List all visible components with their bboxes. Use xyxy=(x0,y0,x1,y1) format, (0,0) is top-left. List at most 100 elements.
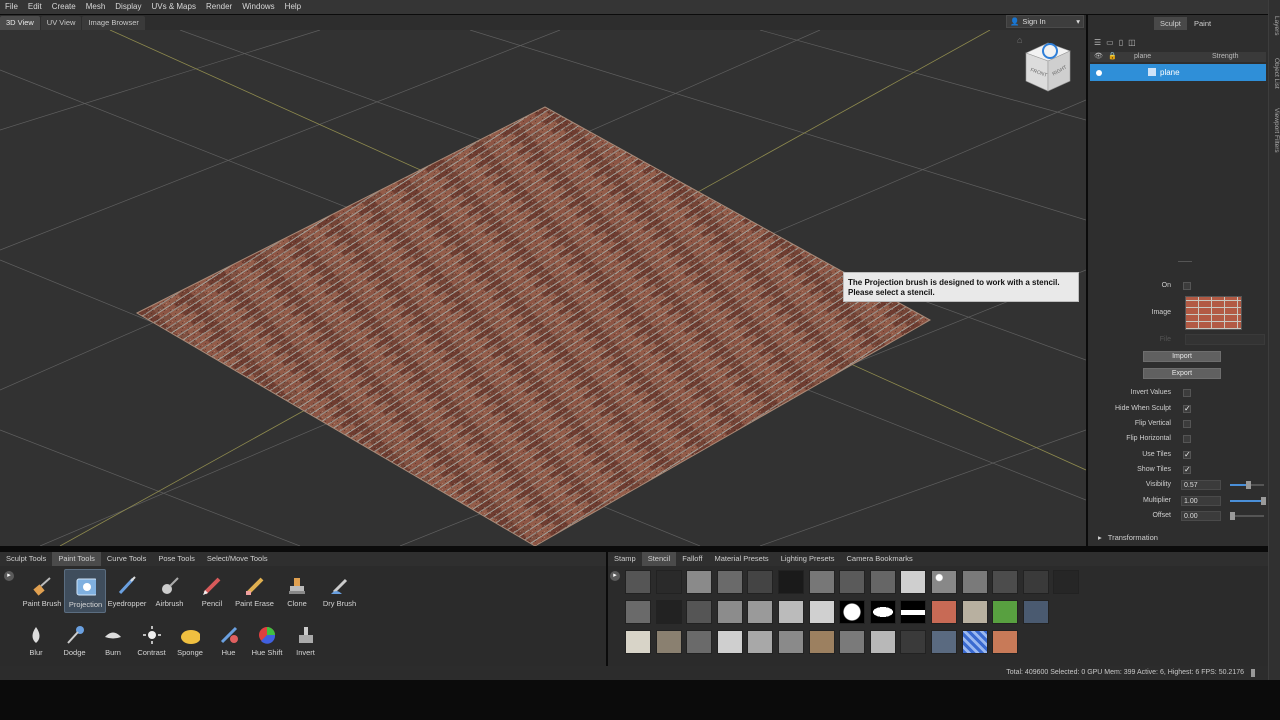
stencil-thumbnail[interactable] xyxy=(961,570,988,594)
layer-row[interactable]: plane xyxy=(1090,64,1266,81)
menu-item-file[interactable]: File xyxy=(0,0,23,14)
sign-in-dropdown[interactable]: 👤 Sign In ▾ xyxy=(1006,15,1084,28)
stencil-thumbnail[interactable] xyxy=(992,630,1019,654)
tab-3d-view[interactable]: 3D View xyxy=(0,16,40,30)
stencil-thumbnail[interactable] xyxy=(716,630,743,654)
layers-icon[interactable]: ☰ xyxy=(1094,38,1101,47)
use-tiles-checkbox[interactable]: ✓ xyxy=(1183,451,1191,459)
stencil-thumbnail[interactable] xyxy=(808,630,835,654)
navigation-cube[interactable]: FRONT RIGHT xyxy=(1022,37,1076,95)
on-checkbox[interactable] xyxy=(1183,282,1191,290)
stencil-thumbnail[interactable] xyxy=(900,570,927,594)
tab-stamp[interactable]: Stamp xyxy=(608,552,642,566)
stencil-thumbnail[interactable] xyxy=(686,570,713,594)
stencil-thumbnail[interactable] xyxy=(869,630,896,654)
splitter-handle[interactable] xyxy=(1178,261,1192,262)
tab-lighting-presets[interactable]: Lighting Presets xyxy=(775,552,841,566)
menu-item-display[interactable]: Display xyxy=(110,0,146,14)
multiplier-field[interactable]: 1.00 xyxy=(1181,496,1221,506)
stencil-thumbnail[interactable] xyxy=(961,630,988,654)
side-tab-layers[interactable]: Layers xyxy=(1270,16,1280,36)
folder-icon[interactable]: ▭ xyxy=(1106,38,1114,47)
stencil-thumbnail[interactable] xyxy=(655,570,682,594)
tab-sculpt[interactable]: Sculpt xyxy=(1154,17,1187,30)
stencil-thumbnail[interactable] xyxy=(839,600,866,624)
stencil-thumbnail[interactable] xyxy=(747,600,774,624)
tab-material-presets[interactable]: Material Presets xyxy=(709,552,775,566)
tab-paint-tools[interactable]: Paint Tools xyxy=(52,552,101,566)
stencil-thumbnail[interactable] xyxy=(839,630,866,654)
menu-item-help[interactable]: Help xyxy=(280,0,306,14)
tab-pose-tools[interactable]: Pose Tools xyxy=(152,552,201,566)
invert-values-checkbox[interactable] xyxy=(1183,389,1191,397)
visibility-field[interactable]: 0.57 xyxy=(1181,480,1221,490)
menu-item-render[interactable]: Render xyxy=(201,0,237,14)
tool-dry-brush[interactable]: Dry Brush xyxy=(319,569,361,613)
stencil-thumbnail[interactable] xyxy=(747,570,774,594)
stencil-thumbnail[interactable] xyxy=(778,570,804,594)
merge-icon[interactable]: ◫ xyxy=(1128,38,1136,47)
import-button[interactable]: Import xyxy=(1143,351,1221,362)
tab-falloff[interactable]: Falloff xyxy=(676,552,708,566)
stencil-thumbnail[interactable] xyxy=(778,630,804,654)
export-button[interactable]: Export xyxy=(1143,368,1221,379)
stencil-thumbnail[interactable] xyxy=(931,600,957,624)
show-tiles-checkbox[interactable]: ✓ xyxy=(1183,466,1191,474)
tab-camera-bookmarks[interactable]: Camera Bookmarks xyxy=(840,552,918,566)
tab-sculpt-tools[interactable]: Sculpt Tools xyxy=(0,552,52,566)
stencil-thumbnail[interactable] xyxy=(808,600,835,624)
stencil-thumbnail[interactable] xyxy=(900,600,927,624)
tools-collapse-button[interactable]: ▸ xyxy=(4,571,14,581)
menu-item-mesh[interactable]: Mesh xyxy=(81,0,111,14)
tab-curve-tools[interactable]: Curve Tools xyxy=(101,552,152,566)
tab-paint[interactable]: Paint xyxy=(1188,17,1217,30)
stencil-thumbnail[interactable] xyxy=(808,570,835,594)
stencil-thumbnail[interactable] xyxy=(625,630,651,654)
stencil-thumbnail[interactable] xyxy=(869,570,896,594)
hide-when-sculpt-checkbox[interactable]: ✓ xyxy=(1183,405,1191,413)
delete-icon[interactable]: ▯ xyxy=(1119,38,1123,47)
tab-select-move-tools[interactable]: Select/Move Tools xyxy=(201,552,274,566)
side-tab-object-list[interactable]: Object List xyxy=(1270,58,1280,89)
menu-item-uvs-maps[interactable]: UVs & Maps xyxy=(147,0,201,14)
stencil-thumbnail[interactable] xyxy=(992,570,1019,594)
stencil-thumbnail[interactable] xyxy=(931,570,957,594)
tab-image-browser[interactable]: Image Browser xyxy=(82,16,145,30)
stencil-thumbnail[interactable] xyxy=(900,630,927,654)
stencil-thumbnail[interactable] xyxy=(716,570,743,594)
flip-vertical-checkbox[interactable] xyxy=(1183,420,1191,428)
offset-field[interactable]: 0.00 xyxy=(1181,511,1221,521)
stencil-thumbnail[interactable] xyxy=(655,600,682,624)
tab-uv-view[interactable]: UV View xyxy=(40,16,82,30)
stencil-collapse-button[interactable]: ▸ xyxy=(610,571,620,581)
stencil-thumbnail[interactable] xyxy=(747,630,774,654)
stencil-thumbnail[interactable] xyxy=(869,600,896,624)
offset-slider[interactable] xyxy=(1230,512,1264,520)
stencil-thumbnail[interactable] xyxy=(1022,600,1049,624)
menu-item-edit[interactable]: Edit xyxy=(23,0,47,14)
stencil-thumbnail[interactable] xyxy=(625,600,651,624)
stencil-thumbnail[interactable] xyxy=(992,600,1019,624)
stencil-thumbnail[interactable] xyxy=(778,600,804,624)
flip-horizontal-checkbox[interactable] xyxy=(1183,435,1191,443)
visibility-slider[interactable] xyxy=(1230,481,1264,489)
tool-paint-brush[interactable]: Paint Brush xyxy=(21,569,63,613)
stencil-thumbnail[interactable] xyxy=(931,630,957,654)
multiplier-slider[interactable] xyxy=(1230,497,1266,505)
tool-invert[interactable]: Invert xyxy=(285,618,327,662)
stencil-image-preview[interactable] xyxy=(1185,296,1242,330)
stencil-thumbnail[interactable] xyxy=(655,630,682,654)
stencil-thumbnail[interactable] xyxy=(686,600,713,624)
stencil-thumbnail[interactable] xyxy=(686,630,713,654)
stencil-thumbnail[interactable] xyxy=(1022,570,1049,594)
file-field[interactable] xyxy=(1185,334,1265,345)
stencil-thumbnail[interactable] xyxy=(716,600,743,624)
transformation-section[interactable]: ▸ Transformation xyxy=(1098,533,1158,542)
home-icon[interactable]: ⌂ xyxy=(1017,35,1022,45)
menu-item-windows[interactable]: Windows xyxy=(237,0,279,14)
side-tab-viewport-filters[interactable]: Viewport Filters xyxy=(1270,108,1280,153)
stencil-thumbnail[interactable] xyxy=(961,600,988,624)
stencil-thumbnail[interactable] xyxy=(1053,570,1080,594)
stencil-thumbnail[interactable] xyxy=(625,570,651,594)
menu-item-create[interactable]: Create xyxy=(47,0,81,14)
